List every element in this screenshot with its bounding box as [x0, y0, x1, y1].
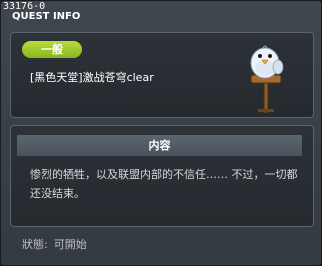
snowman-npc-icon — [241, 41, 293, 114]
quest-name: [黑色天堂]激战苍穹clear — [30, 71, 154, 84]
detail-header: 内容 — [17, 135, 302, 156]
quest-status: 狀態: 可開始 — [22, 238, 87, 252]
status-label: 狀態: — [22, 238, 48, 251]
detail-text: 惨烈的牺牲，以及联盟内部的不信任…… 不过，一切都还没结束。 — [30, 168, 298, 200]
window-title: QUEST INFO — [12, 11, 81, 22]
quest-category-badge: 一般 — [22, 41, 82, 58]
quest-info-window: 33176-0 QUEST INFO 一般 [黑色天堂]激战苍穹clear 内容… — [0, 0, 322, 266]
title-bar[interactable]: QUEST INFO — [1, 9, 321, 25]
status-value: 可開始 — [53, 238, 87, 251]
